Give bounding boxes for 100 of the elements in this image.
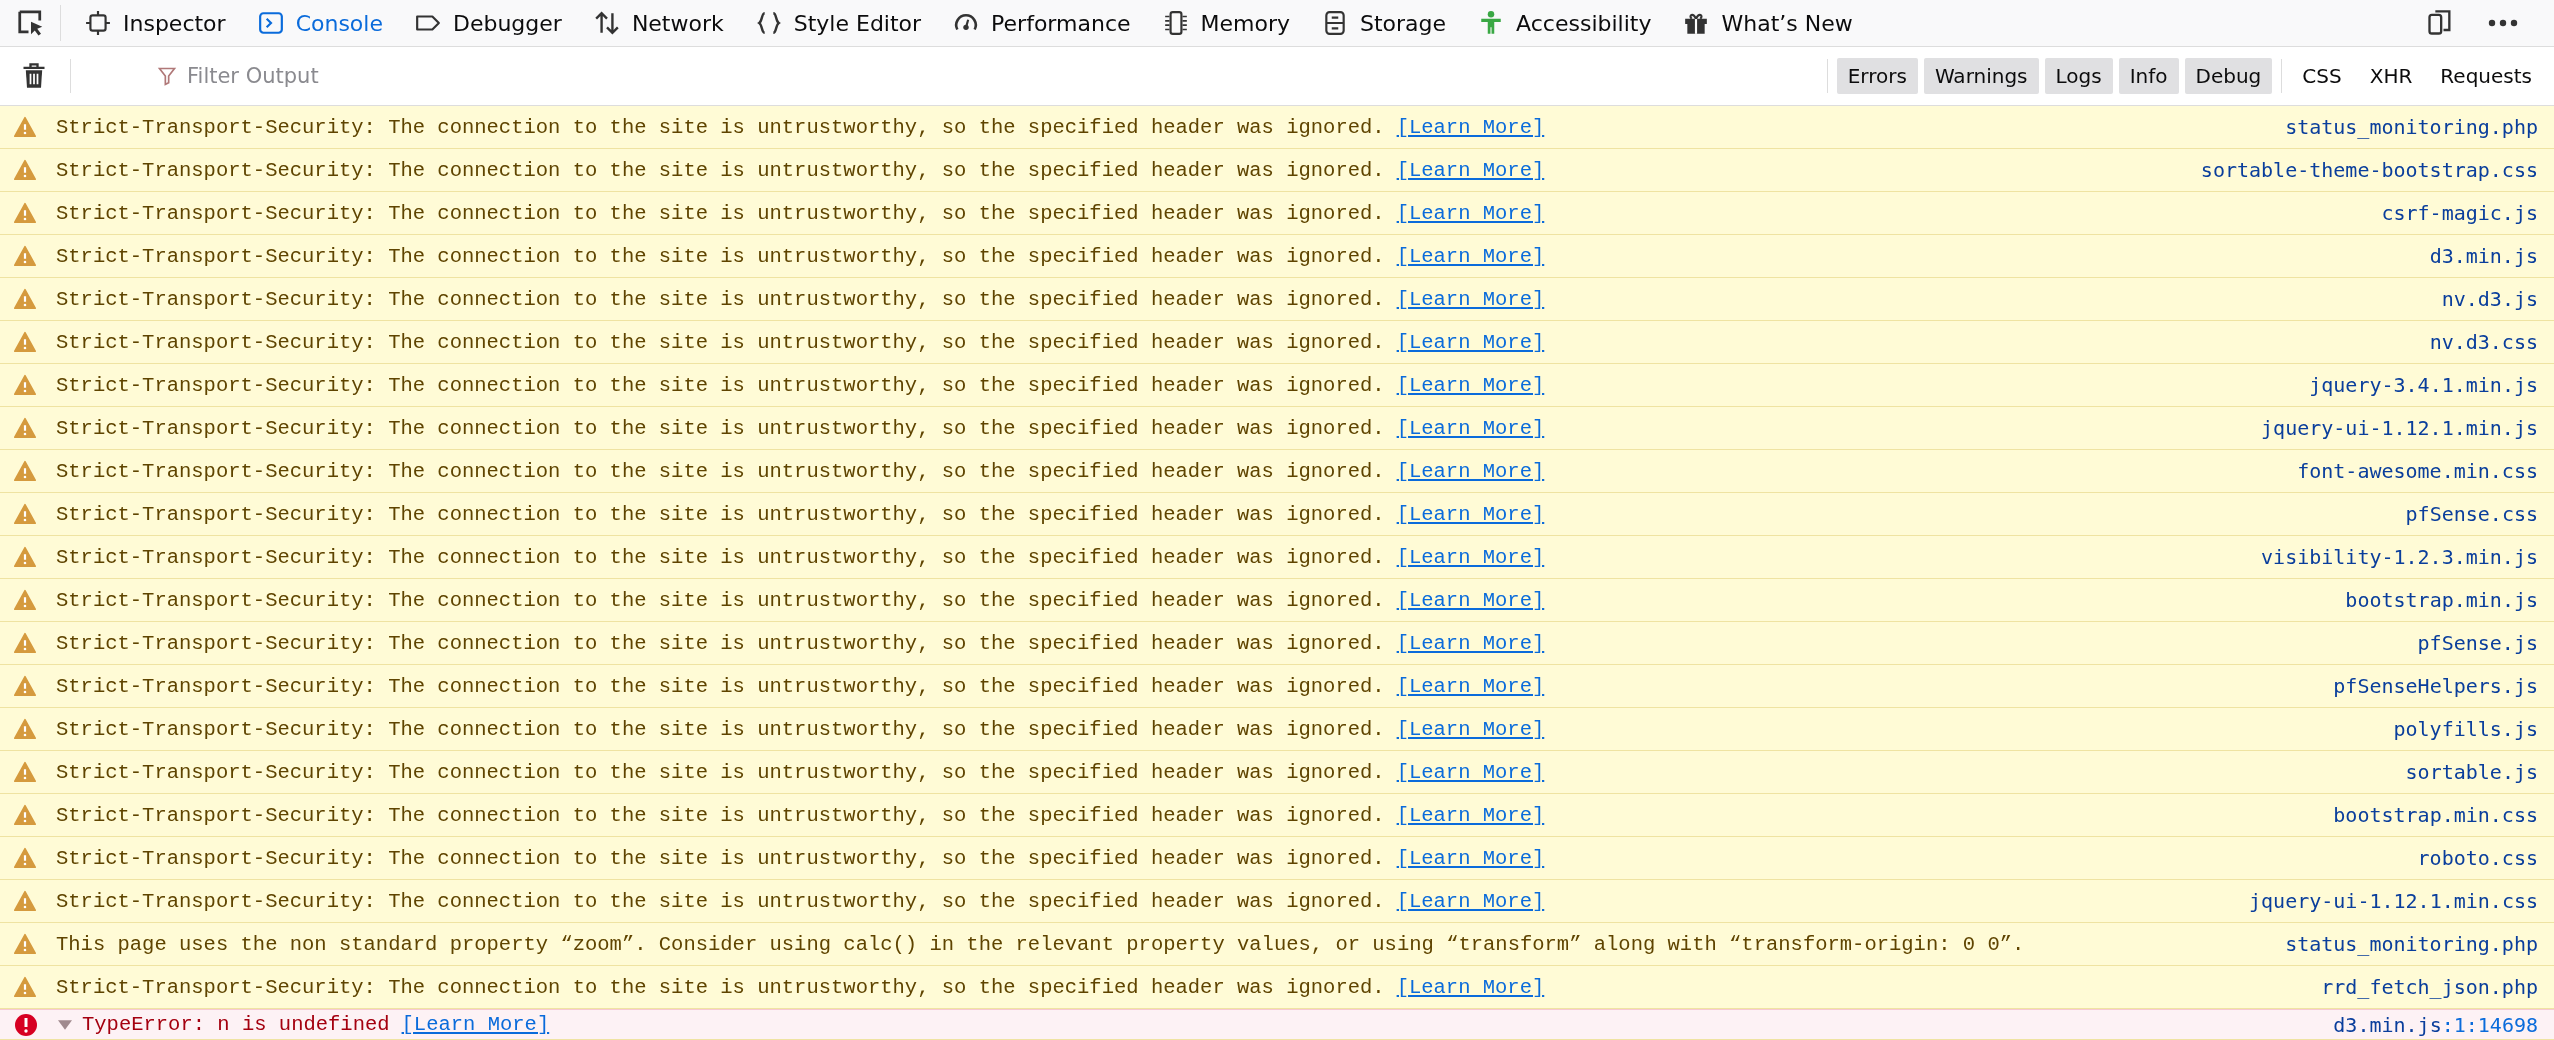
warning-icon (14, 116, 36, 138)
source-location[interactable]: :1:14698 (2441, 1012, 2538, 1037)
learn-more-link[interactable]: [Learn More] (1396, 760, 1545, 784)
learn-more-link[interactable]: [Learn More] (1396, 459, 1545, 483)
devtools-tab[interactable]: Inspector (69, 0, 242, 46)
warning-icon (14, 589, 36, 611)
warning-icon (14, 632, 36, 654)
devtools-tab[interactable]: Performance (937, 0, 1147, 46)
devtools-tab[interactable]: What’s New (1667, 0, 1869, 46)
source-link[interactable]: bootstrap.min.css (2333, 803, 2538, 827)
warning-icon (14, 718, 36, 740)
filter-toggle[interactable]: Debug (2184, 58, 2273, 94)
source-link[interactable]: jquery-3.4.1.min.js (2309, 373, 2538, 397)
message-text: Strict-Transport-Security: The connection to the site is untrustworthy, so the specified header was ignored. (56, 502, 1385, 526)
message-text: Strict-Transport-Security: The connection to the site is untrustworthy, so the specified header was ignored. (56, 158, 1385, 182)
filter-toggle[interactable]: Warnings (1923, 58, 2039, 94)
message-text: Strict-Transport-Security: The connection to the site is untrustworthy, so the specified header was ignored. (56, 760, 1385, 784)
filter-toggle[interactable]: Info (2118, 58, 2179, 94)
learn-more-link[interactable]: [Learn More] (1396, 373, 1545, 397)
source-link[interactable]: csrf-magic.js (2381, 201, 2538, 225)
devtools-tab[interactable]: Accessibility (1462, 0, 1668, 46)
devtools-tab[interactable]: Debugger (398, 0, 578, 46)
message-text: Strict-Transport-Security: The connection to the site is untrustworthy, so the specified header was ignored. (56, 115, 1385, 139)
message-text: Strict-Transport-Security: The connection to the site is untrustworthy, so the specified header was ignored. (56, 889, 1385, 913)
message-text: TypeError: n is undefined (82, 1013, 390, 1036)
learn-more-link[interactable]: [Learn More] (1396, 674, 1545, 698)
caret-icon[interactable] (58, 1019, 72, 1030)
filter-toggle[interactable]: Errors (1836, 58, 1918, 94)
message-text: Strict-Transport-Security: The connection to the site is untrustworthy, so the specified header was ignored. (56, 416, 1385, 440)
learn-more-link[interactable]: [Learn More] (1396, 717, 1545, 741)
warning-icon (14, 546, 36, 568)
cabinet-icon (1322, 10, 1348, 36)
filter-toggle[interactable]: XHR (2358, 58, 2424, 94)
source-link[interactable]: font-awesome.min.css (2297, 459, 2538, 483)
source-link[interactable]: rrd_fetch_json.php (2321, 975, 2538, 999)
message-text: Strict-Transport-Security: The connection to the site is untrustworthy, so the specified header was ignored. (56, 588, 1385, 612)
learn-more-link[interactable]: [Learn More] (1396, 846, 1545, 870)
source-link[interactable]: jquery-ui-1.12.1.min.css (2249, 889, 2538, 913)
responsive-mode-icon[interactable] (2426, 9, 2454, 37)
learn-more-link[interactable]: [Learn More] (1396, 201, 1545, 225)
source-link[interactable]: roboto.css (2417, 846, 2538, 870)
warning-icon (14, 976, 36, 998)
filter-toggle[interactable]: Logs (2044, 58, 2113, 94)
source-link[interactable]: d3.min.js (2429, 244, 2538, 268)
source-link[interactable]: sortable.js (2405, 760, 2538, 784)
message-text: Strict-Transport-Security: The connection to the site is untrustworthy, so the specified header was ignored. (56, 287, 1385, 311)
message-text: Strict-Transport-Security: The connection to the site is untrustworthy, so the specified header was ignored. (56, 631, 1385, 655)
devtools-tab[interactable]: Storage (1306, 0, 1463, 46)
learn-more-link[interactable]: [Learn More] (1396, 803, 1545, 827)
more-options-icon[interactable] (2488, 19, 2518, 27)
learn-more-link[interactable]: [Learn More] (1396, 330, 1545, 354)
warning-icon (14, 245, 36, 267)
warning-icon (14, 847, 36, 869)
devtools-tab[interactable]: Memory (1146, 0, 1306, 46)
source-link[interactable]: visibility-1.2.3.min.js (2261, 545, 2538, 569)
source-link[interactable]: d3.min.js (2333, 1012, 2442, 1037)
devtools-tab[interactable]: Console (241, 0, 399, 46)
source-link[interactable]: status_monitoring.php (2285, 932, 2538, 956)
learn-more-link[interactable]: [Learn More] (1396, 115, 1545, 139)
warning-icon (14, 159, 36, 181)
learn-more-link[interactable]: [Learn More] (1396, 416, 1545, 440)
filter-toggle[interactable]: Requests (2429, 58, 2543, 94)
source-link[interactable]: pfSenseHelpers.js (2333, 674, 2538, 698)
learn-more-link[interactable]: [Learn More] (1396, 588, 1545, 612)
message-text: Strict-Transport-Security: The connection to the site is untrustworthy, so the specified header was ignored. (56, 459, 1385, 483)
filter-toggle[interactable]: CSS (2291, 58, 2353, 94)
devtools-tab[interactable]: Style Editor (739, 0, 938, 46)
source-link[interactable]: pfSense.css (2405, 502, 2538, 526)
warning-icon (14, 374, 36, 396)
source-link[interactable]: bootstrap.min.js (2345, 588, 2538, 612)
source-link[interactable]: sortable-theme-bootstrap.css (2200, 158, 2538, 182)
learn-more-link[interactable]: [Learn More] (1396, 158, 1545, 182)
braces-icon (755, 10, 782, 36)
learn-more-link[interactable]: [Learn More] (401, 1013, 550, 1036)
learn-more-link[interactable]: [Learn More] (1396, 889, 1545, 913)
source-link[interactable]: jquery-ui-1.12.1.min.js (2261, 416, 2538, 440)
learn-more-link[interactable]: [Learn More] (1396, 975, 1545, 999)
learn-more-link[interactable]: [Learn More] (1396, 631, 1545, 655)
message-text: Strict-Transport-Security: The connection to the site is untrustworthy, so the specified header was ignored. (56, 330, 1385, 354)
devtools-tab[interactable]: Network (577, 0, 740, 46)
learn-more-link[interactable]: [Learn More] (1396, 502, 1545, 526)
warning-icon (14, 804, 36, 826)
learn-more-link[interactable]: [Learn More] (1396, 545, 1545, 569)
message-text: Strict-Transport-Security: The connection to the site is untrustworthy, so the specified header was ignored. (56, 674, 1385, 698)
message-text: Strict-Transport-Security: The connection to the site is untrustworthy, so the specified header was ignored. (56, 846, 1385, 870)
learn-more-link[interactable]: [Learn More] (1396, 244, 1545, 268)
message-text: This page uses the non standard property “zoom”. Consider using calc() in the relevant property values, or using “transform” along with “transform-origin: 0 0”. (56, 932, 2025, 956)
message-text: Strict-Transport-Security: The connection to the site is untrustworthy, so the specified header was ignored. (56, 201, 1385, 225)
warning-icon (14, 675, 36, 697)
chip-icon (1162, 10, 1189, 36)
source-link[interactable]: nv.d3.js (2441, 287, 2538, 311)
learn-more-link[interactable]: [Learn More] (1396, 287, 1545, 311)
filter-field[interactable]: Filter Output (185, 63, 1821, 89)
source-link[interactable]: status_monitoring.php (2285, 115, 2538, 139)
warning-icon (14, 933, 36, 955)
source-link[interactable]: nv.d3.css (2429, 330, 2538, 354)
source-link[interactable]: polyfills.js (2393, 717, 2538, 741)
source-link[interactable]: pfSense.js (2417, 631, 2538, 655)
message-text: Strict-Transport-Security: The connection to the site is untrustworthy, so the specified header was ignored. (56, 717, 1385, 741)
warning-icon (14, 890, 36, 912)
